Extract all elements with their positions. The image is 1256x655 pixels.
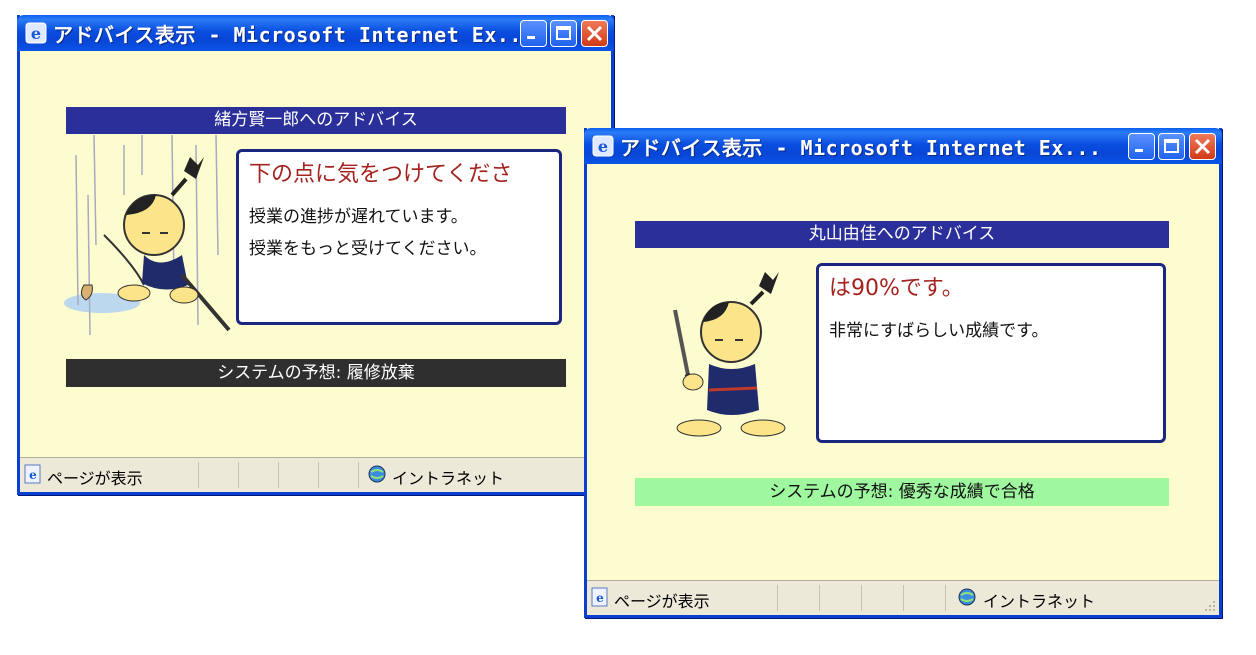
status-divider	[819, 585, 820, 611]
status-divider	[945, 585, 946, 611]
title-bar[interactable]: e アドバイス表示 - Microsoft Internet Ex...	[584, 128, 1222, 164]
advice-line: 授業をもっと受けてください。	[249, 239, 487, 259]
minimize-button[interactable]	[1128, 133, 1155, 160]
minimize-icon	[1135, 149, 1143, 152]
svg-text:e: e	[596, 591, 604, 605]
prediction-bar: システムの予想: 優秀な成績で合格	[635, 478, 1169, 506]
page-icon: e	[24, 464, 41, 484]
status-divider	[318, 462, 319, 488]
samurai-sad-illustration	[64, 135, 231, 336]
zone-text: イントラネット	[983, 592, 1096, 611]
window-advice-2: e アドバイス表示 - Microsoft Internet Ex... 丸山由…	[584, 128, 1222, 618]
maximize-icon	[556, 26, 571, 40]
advice-line: 授業の進捗が遅れています。	[249, 207, 468, 227]
intranet-globe-icon	[368, 465, 386, 483]
maximize-button[interactable]	[550, 20, 577, 47]
close-icon	[586, 25, 603, 42]
advice-message-box: は90%です。 非常にすばらしい成績です。	[816, 263, 1166, 443]
maximize-icon	[1164, 139, 1179, 153]
status-divider	[198, 462, 199, 488]
advice-heading: 丸山由佳へのアドバイス	[635, 221, 1169, 248]
status-divider	[861, 585, 862, 611]
page-icon: e	[591, 587, 608, 607]
status-text: ページが表示	[614, 592, 710, 611]
prediction-bar: システムの予想: 履修放棄	[66, 359, 566, 387]
page-content: 丸山由佳へのアドバイス は90%です。 非常にすばらしい成績です。 システムの予…	[587, 164, 1219, 581]
advice-headline: 下の点に気をつけてくださ	[249, 162, 513, 187]
status-divider	[777, 585, 778, 611]
advice-line: 非常にすばらしい成績です。	[829, 321, 1049, 341]
title-bar[interactable]: e アドバイス表示 - Microsoft Internet Ex...	[17, 15, 614, 51]
minimize-button[interactable]	[520, 20, 547, 47]
close-button[interactable]	[581, 20, 608, 47]
zone-text: イントラネット	[392, 469, 505, 488]
advice-heading: 緒方賢一郎へのアドバイス	[66, 107, 566, 134]
window-title: アドバイス表示 - Microsoft Internet Ex...	[53, 22, 535, 47]
status-divider	[278, 462, 279, 488]
window-advice-1: e アドバイス表示 - Microsoft Internet Ex... 緒方賢…	[17, 15, 614, 495]
minimize-icon	[527, 36, 535, 39]
samurai-happy-illustration	[673, 272, 786, 437]
svg-text:e: e	[598, 137, 608, 156]
status-divider	[358, 462, 359, 488]
maximize-button[interactable]	[1158, 133, 1185, 160]
resize-grip-icon[interactable]	[1203, 599, 1217, 613]
advice-headline: は90%です。	[829, 276, 964, 301]
close-icon	[1194, 138, 1211, 155]
status-text: ページが表示	[47, 469, 143, 488]
status-bar: e ページが表示 イントラネット	[20, 457, 611, 492]
intranet-globe-icon	[958, 588, 976, 606]
ie-icon: e	[592, 135, 614, 157]
status-bar: e ページが表示 イントラネット	[587, 580, 1219, 615]
page-content: 緒方賢一郎へのアドバイス 下の点に気をつけてくださ 授業の進捗が遅れています。 …	[20, 51, 611, 458]
close-button[interactable]	[1189, 133, 1216, 160]
status-divider	[238, 462, 239, 488]
svg-text:e: e	[29, 468, 37, 482]
advice-message-box: 下の点に気をつけてくださ 授業の進捗が遅れています。 授業をもっと受けてください…	[236, 149, 562, 325]
window-title: アドバイス表示 - Microsoft Internet Ex...	[620, 135, 1102, 160]
status-divider	[903, 585, 904, 611]
ie-icon: e	[25, 22, 47, 44]
svg-text:e: e	[31, 24, 41, 43]
